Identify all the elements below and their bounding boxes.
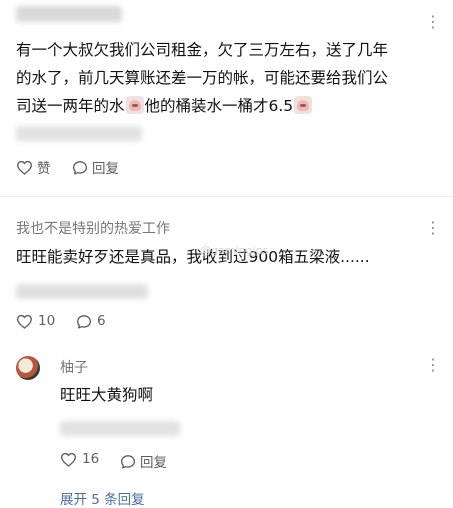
blurred-timestamp [60,421,180,436]
comment-bubble-icon [77,314,91,329]
more-vertical-icon[interactable]: ⋮ [425,12,442,31]
blurred-timestamp [16,126,142,141]
more-vertical-icon[interactable]: ⋮ [425,355,442,374]
reply-text: 旺旺大黄狗啊 [60,386,154,404]
comment-text: 有一个大叔欠我们公司租金，欠了三万左右，送了几年 的水了，前几天算账还差一万的帐… [16,36,446,120]
reply-button[interactable]: 回复 [72,157,119,177]
more-vertical-icon[interactable]: ⋮ [425,218,442,237]
heart-icon [16,160,33,175]
comment-text-line: 司送一两年的水 他的桶装水一桶才6.5 [16,92,446,120]
comment-text-segment: 司送一两年的水 [16,97,125,115]
blurred-username [16,6,122,22]
reply-username[interactable]: 柚子 [60,357,88,377]
blurred-timestamp [16,284,148,299]
expand-replies-link[interactable]: 展开 5 条回复 [60,488,145,508]
heart-icon [16,314,33,329]
like-label: 赞 [37,161,51,177]
comment-bubble-icon [73,160,87,174]
heart-icon [60,452,77,467]
like-count: 16 [82,451,100,467]
reply-count: 6 [97,313,106,329]
like-count: 10 [38,313,56,329]
like-button[interactable]: 10 [16,313,55,329]
comment-text-line: 的水了，前几天算账还差一万的帐，可能还要给我们公 [16,69,389,87]
watermark: @gamingjps [200,244,269,257]
comment-text-line: 有一个大叔欠我们公司租金，欠了三万左右，送了几年 [16,41,389,59]
like-button[interactable]: 赞 [16,157,51,177]
reply-label: 回复 [140,455,167,471]
reply-label: 回复 [92,161,119,177]
comment-username[interactable]: 我也不是特别的热爱工作 [16,218,170,238]
comment-bubble-icon [121,454,135,469]
laughing-emoji-icon [125,96,144,114]
laughing-emoji-icon [294,96,313,114]
reply-button[interactable]: 6 [76,313,106,329]
reply-button[interactable]: 回复 [120,451,167,471]
avatar[interactable] [16,356,40,380]
divider [0,196,453,197]
comment-text-segment: 他的桶装水一桶才6.5 [144,97,294,115]
like-button[interactable]: 16 [60,451,99,467]
